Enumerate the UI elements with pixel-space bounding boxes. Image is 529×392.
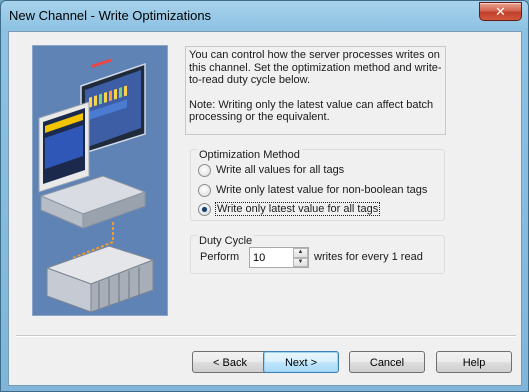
writes-label: writes for every 1 read <box>314 251 423 263</box>
perform-label: Perform <box>200 251 240 263</box>
optimization-method-title: Optimization Method <box>197 149 302 161</box>
radio-label: Write only latest value for all tags <box>214 202 381 216</box>
help-button[interactable]: Help <box>436 351 512 373</box>
note-text: Note: Writing only the latest value can … <box>189 98 434 124</box>
radio-button[interactable] <box>198 163 211 177</box>
cancel-button[interactable]: Cancel <box>349 351 425 373</box>
radio-button[interactable] <box>198 183 211 197</box>
back-button[interactable]: < Back <box>192 351 268 373</box>
radio-write-latest-all-tags[interactable]: Write only latest value for all tags <box>198 201 381 217</box>
close-icon: ✕ <box>495 4 506 19</box>
wizard-illustration <box>32 45 168 316</box>
radio-label: Write all values for all tags <box>216 164 345 176</box>
duty-cycle-title: Duty Cycle <box>197 235 255 247</box>
computer-plc-illustration <box>38 58 155 313</box>
up-arrow-icon[interactable]: ▲ <box>293 248 308 258</box>
optimization-method-group: Optimization Method Write all values for… <box>190 149 445 221</box>
window-title: New Channel - Write Optimizations <box>9 8 212 23</box>
radio-write-all-values[interactable]: Write all values for all tags <box>198 162 344 178</box>
radio-label: Write only latest value for non-boolean … <box>216 184 428 196</box>
dialog-client-area: You can control how the server processes… <box>8 31 522 386</box>
duty-cycle-group: Duty Cycle Perform ▲ ▼ writes for every … <box>190 235 445 274</box>
spinner-buttons: ▲ ▼ <box>293 248 308 267</box>
title-bar[interactable]: New Channel - Write Optimizations ✕ <box>1 1 528 31</box>
down-arrow-icon[interactable]: ▼ <box>293 257 308 267</box>
close-button[interactable]: ✕ <box>479 2 522 21</box>
duty-cycle-spinner[interactable]: ▲ ▼ <box>249 247 309 268</box>
description-box: You can control how the server processes… <box>185 46 446 135</box>
radio-button-selected[interactable] <box>198 202 211 216</box>
description-text: You can control how the server processes… <box>189 49 442 86</box>
radio-write-latest-non-boolean[interactable]: Write only latest value for non-boolean … <box>198 182 427 198</box>
dialog-window: New Channel - Write Optimizations ✕ You … <box>0 0 529 392</box>
button-separator <box>16 335 516 337</box>
duty-cycle-input[interactable] <box>250 248 292 267</box>
next-button[interactable]: Next > <box>263 351 339 373</box>
